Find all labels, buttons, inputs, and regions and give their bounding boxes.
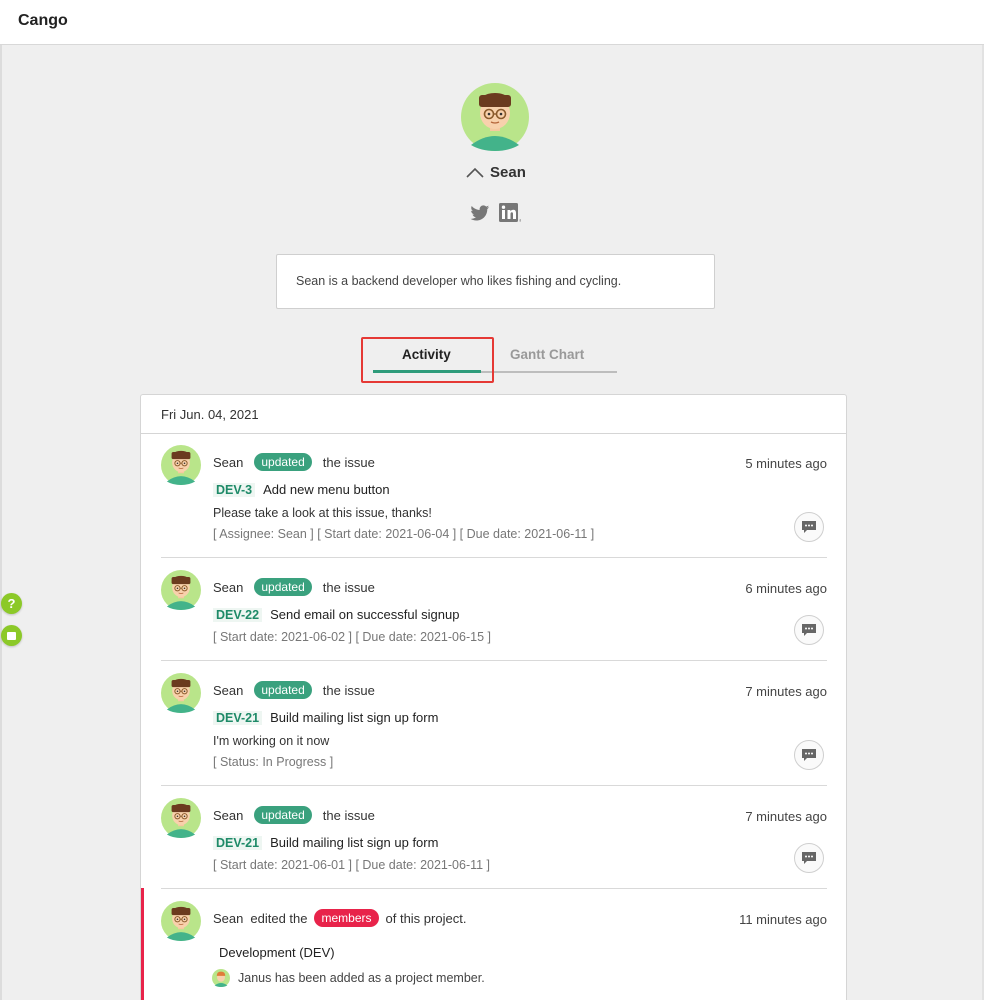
help-icon: ? xyxy=(7,596,16,611)
action-suffix: the issue xyxy=(322,454,375,470)
entry-user[interactable]: Sean xyxy=(213,911,243,926)
entry-time: 11 minutes ago xyxy=(739,912,827,927)
activity-entry: Sean updated the issue 6 minutes ago DEV… xyxy=(161,570,827,661)
entry-user[interactable]: Sean xyxy=(213,808,243,823)
action-suffix: the issue xyxy=(322,579,375,595)
issue-title: Build mailing list sign up form xyxy=(270,835,439,850)
action-badge: updated xyxy=(254,681,312,699)
action-badge: updated xyxy=(254,453,312,471)
issue-key: DEV-22 xyxy=(213,607,263,622)
entry-meta: [ Status: In Progress ] xyxy=(213,755,334,769)
issue-title: Build mailing list sign up form xyxy=(270,710,439,725)
action-prefix: edited the xyxy=(250,910,308,926)
entry-note: Please take a look at this issue, thanks… xyxy=(213,506,432,520)
issue-link[interactable]: DEV-21 Build mailing list sign up form xyxy=(213,710,438,725)
activity-tab-highlight xyxy=(361,337,494,383)
twitter-icon[interactable] xyxy=(470,204,490,222)
issue-key: DEV-21 xyxy=(213,835,263,850)
comment-icon xyxy=(802,749,816,761)
chevron-up-icon xyxy=(466,167,484,178)
project-name[interactable]: Development (DEV) xyxy=(219,945,335,960)
entry-header: Sean updated the issue xyxy=(213,578,375,596)
entry-header: Sean updated the issue xyxy=(213,681,375,699)
top-bar: Cango xyxy=(0,0,984,45)
activity-entry: Sean updated the issue 7 minutes ago DEV… xyxy=(161,798,827,889)
entry-user[interactable]: Sean xyxy=(213,455,243,470)
user-avatar[interactable] xyxy=(161,673,201,713)
member-change: Janus has been added as a project member… xyxy=(212,969,485,987)
help-button[interactable]: ? xyxy=(1,593,22,614)
issue-link[interactable]: DEV-21 Build mailing list sign up form xyxy=(213,835,438,850)
activity-panel: Fri Jun. 04, 2021 Sean updated the issue… xyxy=(140,394,847,1000)
linkedin-icon[interactable]: ® xyxy=(499,203,521,223)
action-badge: updated xyxy=(254,578,312,596)
profile-name-toggle[interactable]: Sean xyxy=(466,162,526,182)
issue-key: DEV-3 xyxy=(213,482,256,497)
comment-button[interactable] xyxy=(794,615,824,645)
activity-entry: Sean updated the issue 5 minutes ago DEV… xyxy=(161,445,827,558)
entry-time: 7 minutes ago xyxy=(745,684,827,699)
chat-bubble-icon xyxy=(7,631,16,640)
comment-button[interactable] xyxy=(794,740,824,770)
activity-entry: Sean edited the members of this project.… xyxy=(161,901,827,1000)
action-suffix: of this project. xyxy=(385,910,467,926)
entry-note: I'm working on it now xyxy=(213,734,330,748)
entry-meta: [ Start date: 2021-06-01 ] [ Due date: 2… xyxy=(213,858,491,872)
entry-time: 5 minutes ago xyxy=(745,456,827,471)
user-avatar[interactable] xyxy=(161,798,201,838)
entry-meta: [ Start date: 2021-06-02 ] [ Due date: 2… xyxy=(213,630,491,644)
chat-button[interactable] xyxy=(1,625,22,646)
issue-link[interactable]: DEV-22 Send email on successful signup xyxy=(213,607,459,622)
member-change-indicator xyxy=(141,888,144,1000)
entry-time: 7 minutes ago xyxy=(745,809,827,824)
tab-gantt-chart[interactable]: Gantt Chart xyxy=(510,347,584,362)
member-avatar[interactable] xyxy=(212,969,230,987)
comment-icon xyxy=(802,852,816,864)
profile-avatar xyxy=(461,83,529,151)
comment-button[interactable] xyxy=(794,843,824,873)
activity-entry: Sean updated the issue 7 minutes ago DEV… xyxy=(161,673,827,786)
user-avatar[interactable] xyxy=(161,445,201,485)
entry-meta: [ Assignee: Sean ] [ Start date: 2021-06… xyxy=(213,527,595,541)
comment-icon xyxy=(802,624,816,636)
entry-header: Sean edited the members of this project. xyxy=(213,909,466,927)
entry-header: Sean updated the issue xyxy=(213,806,375,824)
user-avatar[interactable] xyxy=(161,570,201,610)
left-edge xyxy=(0,45,2,1000)
entry-time: 6 minutes ago xyxy=(745,581,827,596)
entry-user[interactable]: Sean xyxy=(213,683,243,698)
comment-icon xyxy=(802,521,816,533)
issue-title: Send email on successful signup xyxy=(270,607,460,622)
issue-title: Add new menu button xyxy=(263,482,390,497)
bio-box: Sean is a backend developer who likes fi… xyxy=(276,254,715,309)
entry-header: Sean updated the issue xyxy=(213,453,375,471)
svg-text:®: ® xyxy=(519,218,521,223)
user-avatar[interactable] xyxy=(161,901,201,941)
app-brand[interactable]: Cango xyxy=(18,12,68,30)
action-badge: members xyxy=(314,909,379,927)
issue-key: DEV-21 xyxy=(213,710,263,725)
entry-user[interactable]: Sean xyxy=(213,580,243,595)
social-links: ® xyxy=(470,203,521,223)
comment-button[interactable] xyxy=(794,512,824,542)
feed-date: Fri Jun. 04, 2021 xyxy=(141,395,846,434)
member-note: Janus has been added as a project member… xyxy=(238,971,485,985)
bio-text: Sean is a backend developer who likes fi… xyxy=(296,274,622,288)
action-suffix: the issue xyxy=(322,682,375,698)
action-suffix: the issue xyxy=(322,807,375,823)
profile-name: Sean xyxy=(490,163,526,181)
action-badge: updated xyxy=(254,806,312,824)
issue-link[interactable]: DEV-3 Add new menu button xyxy=(213,482,390,497)
